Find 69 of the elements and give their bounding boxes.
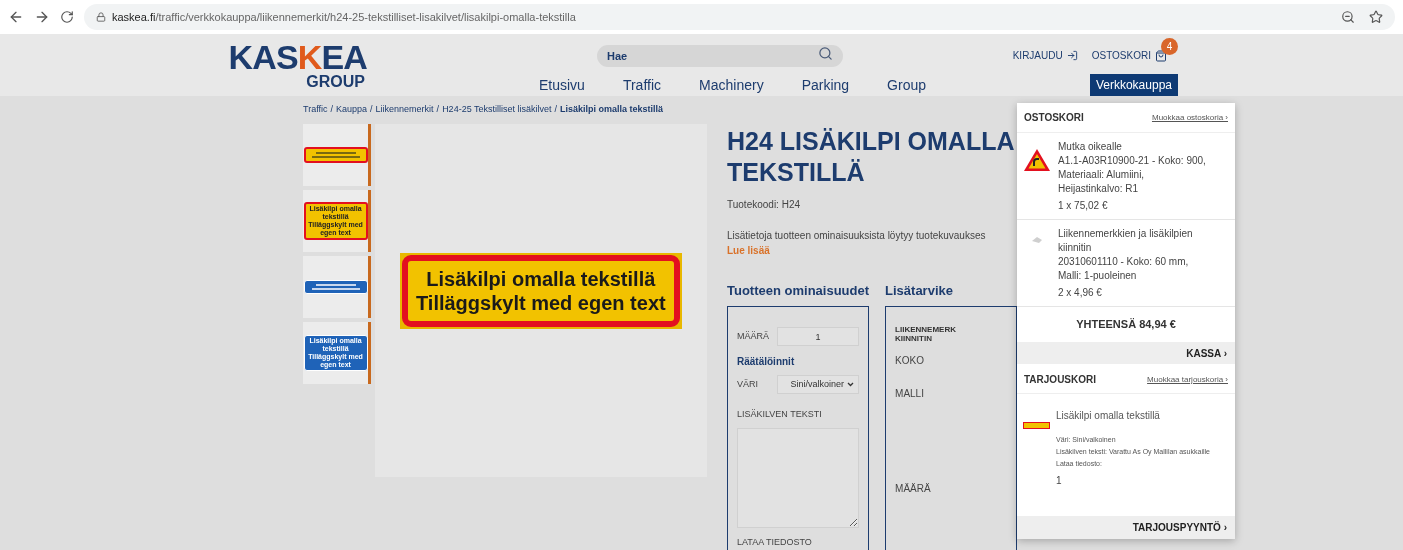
back-icon[interactable] <box>8 9 24 25</box>
cart-item-price: 2 x 4,96 € <box>1058 286 1103 300</box>
search-icon[interactable] <box>818 46 833 61</box>
nav-link[interactable]: Parking <box>782 75 869 96</box>
cart-total: YHTEENSÄ 84,94 € <box>1076 317 1176 333</box>
forward-icon[interactable] <box>34 9 50 25</box>
logo[interactable]: KASKEA GROUP <box>207 34 367 96</box>
customizations-heading: Räätälöinnit <box>737 355 796 369</box>
sign-text: Lisäkilpi omalla tekstillä <box>426 266 656 291</box>
address-bar[interactable]: kaskea.fi/traffic/verkkokauppa/liikennemerkit/h24-25-tekstilliset-lisakilvet/lisakilpi-omalla-tekstilla <box>84 4 1395 30</box>
reload-icon[interactable] <box>60 10 74 24</box>
chevron-down-icon <box>847 382 855 387</box>
bag-icon[interactable] <box>1155 49 1167 62</box>
bookmark-star-icon[interactable] <box>1369 10 1383 24</box>
breadcrumb-separator: / <box>554 103 558 117</box>
breadcrumb-separator: / <box>330 103 334 117</box>
cart-item-details: 20310601110 - Koko: 60 mm, Malli: 1-puoleinen <box>1058 255 1190 283</box>
breadcrumb-link[interactable]: Kauppa <box>336 103 368 117</box>
webshop-button[interactable]: Verkkokauppa <box>1089 74 1178 96</box>
breadcrumb-separator: / <box>370 103 373 117</box>
cart-item-name: Liikennemerkkien ja lisäkilpien kiinnitin <box>1058 227 1194 255</box>
size-label: KOKO <box>895 354 925 368</box>
color-label: VÄRI <box>737 377 758 391</box>
color-select[interactable]: Sini/valkoiner <box>777 375 860 394</box>
info-text: Lisätietoja tuotteen ominaisuuksista löytyy tuotekuvaukses <box>727 229 987 243</box>
warning-sign-icon <box>1023 148 1051 172</box>
model-label: MALLI <box>895 387 925 401</box>
accessory-name: LIIKENNEMERK KIINNITIN <box>895 325 957 343</box>
section-heading: Lisätarvike <box>885 282 954 300</box>
lock-icon <box>96 12 106 22</box>
quote-item-quantity: 1 <box>1056 474 1063 488</box>
cart-item-name: Mutka oikealle <box>1058 140 1123 154</box>
upload-label: LATAA TIEDOSTO <box>737 535 813 549</box>
nav-link[interactable]: Etusivu <box>539 75 604 96</box>
breadcrumb-link[interactable]: Liikennemerkit <box>375 103 434 117</box>
login-link[interactable]: KIRJAUDU <box>1012 48 1063 63</box>
quote-request-button[interactable]: TARJOUSPYYNTÖ › <box>1017 516 1235 539</box>
sign-text: Tilläggskylt med egen text <box>415 290 666 315</box>
breadcrumb-link[interactable]: Traffic <box>303 103 328 117</box>
bracket-icon <box>1030 235 1044 245</box>
quantity-label: MÄÄRÄ <box>895 482 932 496</box>
quote-cart-title: TARJOUSKORI <box>1024 373 1097 387</box>
nav-link[interactable]: Traffic <box>603 75 681 96</box>
product-code: Tuotekoodi: H24 <box>727 198 801 212</box>
section-heading: Tuotteen ominaisuudet <box>727 282 870 300</box>
search-field[interactable]: Hae <box>597 45 843 67</box>
sign-thumbnail <box>1023 422 1050 429</box>
edit-cart-link[interactable]: Muokkaa ostoskoria › <box>1151 111 1228 124</box>
quantity-label: MÄÄRÄ <box>737 329 769 343</box>
breadcrumb-separator: / <box>436 103 440 117</box>
url-text: kaskea.fi/traffic/verkkokauppa/liikennemerkit/h24-25-tekstilliset-lisakilvet/lisakilpi-omalla-tekstilla <box>112 9 576 25</box>
sign-thumbnail[interactable] <box>303 147 368 163</box>
cart-count-badge: 4 <box>1161 37 1178 55</box>
breadcrumb-link[interactable]: Lisäkilpi omalla tekstillä <box>560 103 664 117</box>
product-title: H24 LISÄKILPI OMALLA TEKSTILLÄ <box>727 126 1015 188</box>
checkout-button[interactable]: KASSA › <box>1017 342 1235 364</box>
quantity-input[interactable]: 1 <box>777 327 860 346</box>
breadcrumb-link[interactable]: H24-25 Tekstilliset lisäkilvet <box>442 103 552 117</box>
zoom-icon[interactable] <box>1341 10 1355 24</box>
cart-item-price: 1 x 75,02 € <box>1058 199 1109 213</box>
cart-link[interactable]: OSTOSKORI <box>1091 48 1151 63</box>
nav-link[interactable]: Machinery <box>680 75 783 96</box>
cart-title: OSTOSKORI <box>1024 111 1084 125</box>
edit-quote-link[interactable]: Muokkaa tarjouskoria › <box>1147 373 1228 386</box>
sign-text-label: LISÄKILVEN TEKSTI <box>737 408 823 421</box>
cart-item-details: A1.1-A03R10900-21 - Koko: 900, Materiaali: Alumiini, Heijastinkalvo: R1 <box>1058 154 1207 196</box>
quote-item-name: Lisäkilpi omalla tekstillä <box>1056 409 1161 423</box>
login-icon[interactable] <box>1066 50 1078 61</box>
nav-link[interactable]: Group <box>868 75 946 96</box>
